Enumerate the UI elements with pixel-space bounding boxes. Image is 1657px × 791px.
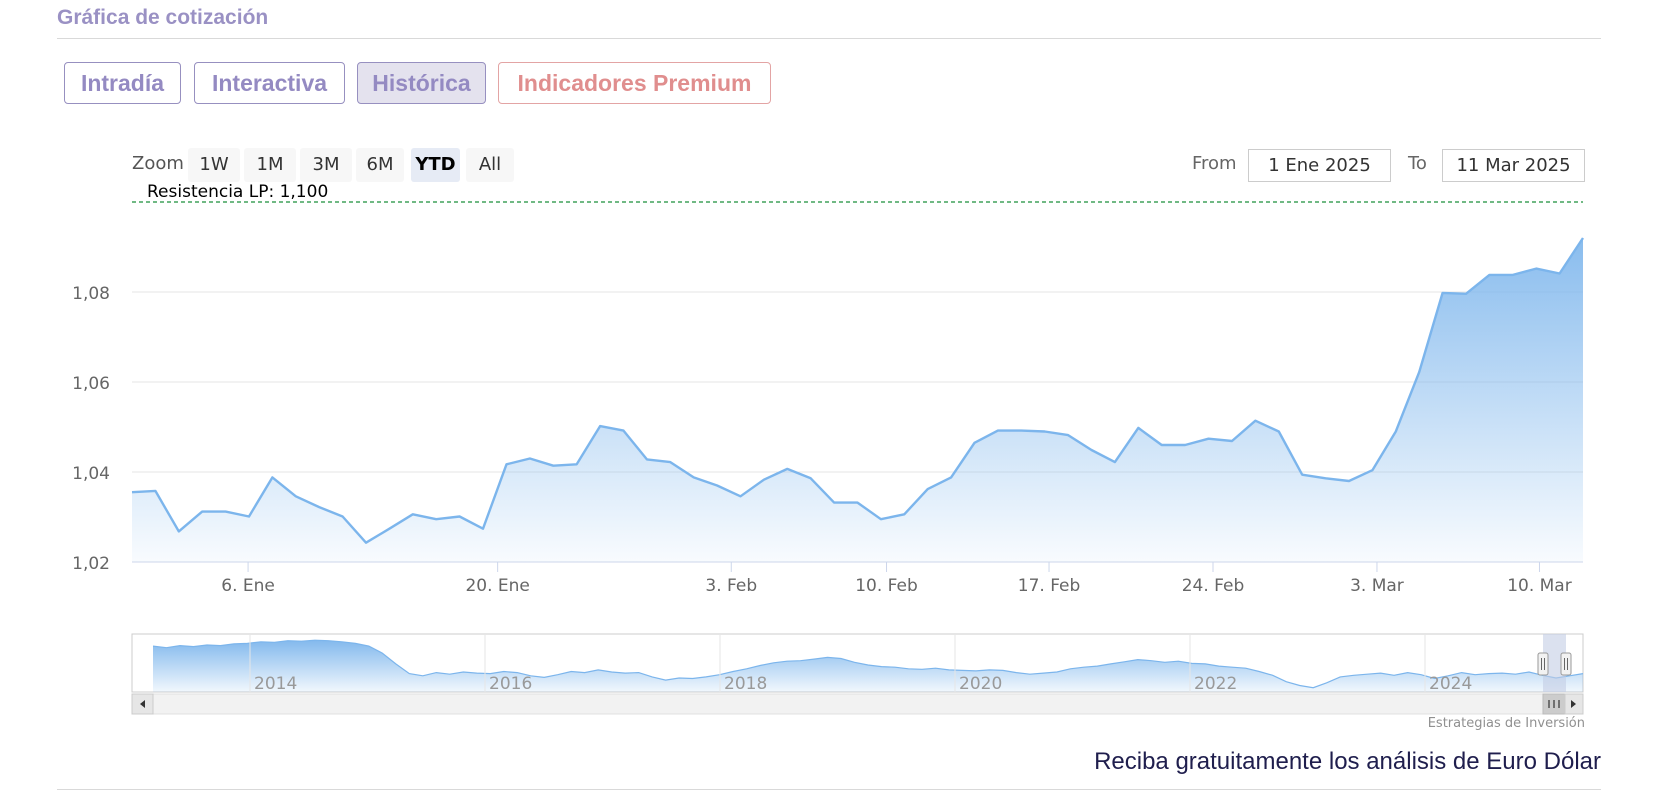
x-tick-label: 10. Feb [855, 576, 918, 596]
price-chart: 1,02 1,04 1,06 1,08 6. Ene 20. Ene 3. Feb 10. F… [72, 201, 1585, 715]
x-tick-label: 3. Mar [1350, 576, 1404, 596]
chart-credit[interactable]: Estrategias de Inversión [1428, 716, 1585, 731]
y-tick-label: 1,06 [72, 374, 110, 394]
navigator-year-label: 2016 [489, 674, 532, 694]
scrollbar-track [131, 693, 1584, 715]
navigator-year-label: 2022 [1194, 674, 1237, 694]
x-tick-label: 10. Mar [1507, 576, 1572, 596]
navigator-left-handle[interactable] [1537, 652, 1549, 676]
x-tick-label: 20. Ene [465, 576, 529, 596]
y-tick-label: 1,08 [72, 284, 110, 304]
x-tick-label: 3. Feb [705, 576, 757, 596]
navigator-year-label: 2018 [724, 674, 767, 694]
x-tick-label: 24. Feb [1182, 576, 1245, 596]
y-tick-label: 1,02 [72, 554, 110, 574]
y-tick-label: 1,04 [72, 464, 110, 484]
bottom-divider [57, 789, 1601, 790]
navigator-year-label: 2024 [1429, 674, 1472, 694]
x-tick-label: 17. Feb [1018, 576, 1081, 596]
newsletter-cta-link[interactable]: Reciba gratuitamente los análisis de Eur… [1094, 748, 1601, 776]
navigator-year-label: 2020 [959, 674, 1002, 694]
x-tick-label: 6. Ene [221, 576, 275, 596]
navigator-right-handle[interactable] [1560, 652, 1572, 676]
series-area [132, 238, 1583, 562]
navigator-year-label: 2014 [254, 674, 297, 694]
